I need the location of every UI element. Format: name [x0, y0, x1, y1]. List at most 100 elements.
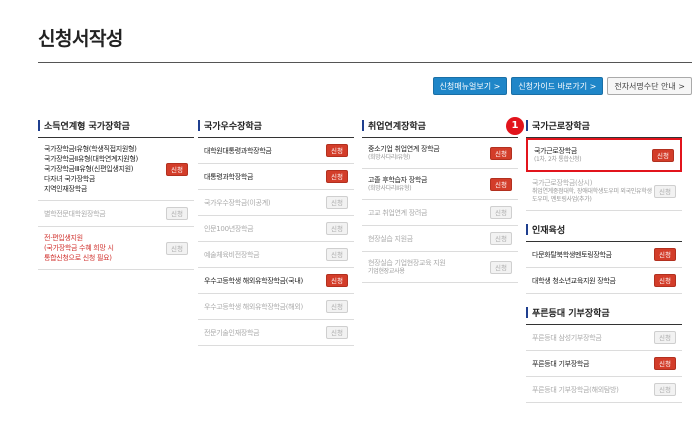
- apply-button[interactable]: 신청: [490, 177, 512, 191]
- scholarship-name: 우수고등학생 해외유학장학금(국내): [204, 276, 303, 286]
- section-heading: 취업연계장학금: [362, 118, 518, 132]
- apply-button: 신청: [326, 222, 348, 235]
- scholarship-row: 우수고등학생 해외유학장학금(국내) 신청: [198, 268, 354, 294]
- section-heading-label: 푸른등대 기부장학금: [532, 308, 610, 319]
- apply-button[interactable]: 신청: [654, 357, 676, 370]
- apply-button: 신청: [326, 326, 348, 339]
- scholarship-name: 현장실습 기업현장교육 지원 기업현장교사용: [368, 258, 446, 276]
- scholarship-subtitle: (희망사다리Ⅱ유형): [368, 185, 412, 192]
- scholarship-name: 대학생 청소년교육지원 장학금: [532, 276, 616, 286]
- apply-button: 신청: [490, 232, 512, 245]
- scholarship-row: 고교 취업연계 장려금 신청: [362, 200, 518, 226]
- section-heading-label: 취업연계장학금: [368, 121, 426, 132]
- section-heading-label: 인재육성: [532, 225, 566, 236]
- guide-link-button[interactable]: 신청가이드 바로가기 >: [511, 77, 604, 95]
- apply-button: 신청: [166, 207, 188, 220]
- scholarship-list: 국가근로장학금 (1차, 2차 통합신청) 신청 국가근로장학금(상시) 취업연계중점대…: [526, 137, 682, 211]
- scholarship-name-line: 국가근로장학금: [534, 147, 577, 155]
- scholarship-name: 대통령과학장학금: [204, 172, 253, 182]
- scholarship-name-line: 다문화탈북학생멘토링장학금: [532, 250, 612, 259]
- title-divider: [38, 62, 692, 63]
- heading-bar: [526, 119, 528, 131]
- apply-button[interactable]: 신청: [166, 162, 188, 176]
- apply-button[interactable]: 신청: [652, 148, 674, 162]
- section-heading: 소득연계형 국가장학금: [38, 118, 194, 132]
- scholarship-name-line: 푸른등대 기부장학금(해외탐방): [532, 385, 619, 394]
- section-heading-label: 국가근로장학금: [532, 121, 590, 132]
- scholarship-list: 중소기업 취업연계 장학금 (희망사다리Ⅰ유형) 신청 고졸 후학습자 장학금 (희망사…: [362, 137, 518, 283]
- scholarship-name-line: 현장실습 기업현장교육 지원: [368, 259, 446, 267]
- apply-button[interactable]: 신청: [326, 170, 348, 183]
- scholarship-name-line: 국가근로장학금(상시): [532, 179, 593, 187]
- employment-linked-column: 취업연계장학금 중소기업 취업연계 장학금 (희망사다리Ⅰ유형) 신청 고졸 후학습자 …: [362, 118, 518, 283]
- section-heading-label: 소득연계형 국가장학금: [44, 121, 130, 132]
- scholarship-name: 국가장학금Ⅰ유형(학생직접지원형) 국가장학금Ⅱ유형(대학연계지원형) 국가장학금Ⅲ…: [44, 144, 138, 194]
- heading-bar: [526, 306, 528, 318]
- apply-button[interactable]: 신청: [326, 274, 348, 287]
- scholarship-name-line: 푸른등대 삼성기부장학금: [532, 333, 602, 342]
- scholarship-name: 고졸 후학습자 장학금 (희망사다리Ⅱ유형): [368, 175, 427, 193]
- apply-button[interactable]: 신청: [490, 146, 512, 160]
- scholarship-row: 국가근로장학금(상시) 취업연계중점대학, 장애대학생도우미 외국인유학생도우미,…: [526, 172, 682, 211]
- scholarship-name-line: 우수고등학생 해외유학장학금(국내): [204, 276, 303, 285]
- scholarship-row: 대학생 청소년교육지원 장학금 신청: [526, 268, 682, 294]
- section-heading: 국가근로장학금: [526, 118, 682, 132]
- scholarship-name: 푸른등대 삼성기부장학금: [532, 333, 602, 343]
- scholarship-name: 다문화탈북학생멘토링장학금: [532, 250, 612, 260]
- scholarship-name: 우수고등학생 해외유학장학금(해외): [204, 302, 303, 312]
- heading-bar: [38, 119, 40, 131]
- scholarship-name-line: 전·편입생지원: [44, 234, 83, 242]
- scholarship-name-line: 인문100년장학금: [204, 224, 254, 233]
- scholarship-name-line: 예술체육비전장학금: [204, 250, 260, 259]
- scholarship-name-line: 통합신청으로 신청 필요): [44, 254, 112, 262]
- scholarship-name-line: 고교 취업연계 장려금: [368, 208, 428, 217]
- scholarship-name: 별학전문대학원장학금: [44, 209, 106, 219]
- sub-section: 인재육성 다문화탈북학생멘토링장학금 신청 대학생 청소년교육지원 장학금 신청: [526, 222, 682, 294]
- apply-button[interactable]: 신청: [654, 274, 676, 287]
- apply-button[interactable]: 신청: [326, 144, 348, 157]
- section-heading-label: 국가우수장학금: [204, 121, 262, 132]
- page-title: 신청서작성: [38, 28, 123, 50]
- manual-view-button[interactable]: 신청매뉴얼보기 >: [432, 77, 508, 95]
- scholarship-subtitle: (1차, 2차 통합신청): [534, 156, 582, 163]
- scholarship-name-line: 현장실습 지원금: [368, 234, 413, 243]
- scholarship-row: 전문기술인재장학금 신청: [198, 320, 354, 346]
- apply-button: 신청: [326, 300, 348, 313]
- scholarship-row: 국가장학금Ⅰ유형(학생직접지원형) 국가장학금Ⅱ유형(대학연계지원형) 국가장학금Ⅲ…: [38, 138, 194, 201]
- scholarship-name-line: 다자녀 국가장학금: [44, 175, 96, 183]
- sub-section: 푸른등대 기부장학금 푸른등대 삼성기부장학금 신청 푸른등대 기부장학금 신청 푸른등대…: [526, 305, 682, 403]
- apply-button[interactable]: 신청: [654, 248, 676, 261]
- scholarship-name: 예술체육비전장학금: [204, 250, 260, 260]
- scholarship-row: 중소기업 취업연계 장학금 (희망사다리Ⅰ유형) 신청: [362, 138, 518, 169]
- scholarship-name-line: 푸른등대 기부장학금: [532, 359, 590, 368]
- scholarship-row: 푸른등대 삼성기부장학금 신청: [526, 325, 682, 351]
- scholarship-name: 푸른등대 기부장학금: [532, 359, 589, 369]
- section-heading: 국가우수장학금: [198, 118, 354, 132]
- apply-button: 신청: [654, 331, 676, 344]
- national-excellence-column: 국가우수장학금 대학원대통령과학장학금 신청 대통령과학장학금 신청 국가우수장학금(이공…: [198, 118, 354, 346]
- scholarship-list: 국가장학금Ⅰ유형(학생직접지원형) 국가장학금Ⅱ유형(대학연계지원형) 국가장학금Ⅲ…: [38, 137, 194, 270]
- scholarship-row: 대학원대통령과학장학금 신청: [198, 138, 354, 164]
- scholarship-row: 현장실습 기업현장교육 지원 기업현장교사용 신청: [362, 252, 518, 283]
- scholarship-name-line: 고졸 후학습자 장학금: [368, 176, 428, 184]
- scholarship-row: 푸른등대 기부장학금 신청: [526, 351, 682, 377]
- scholarship-row: 별학전문대학원장학금 신청: [38, 201, 194, 227]
- scholarship-list: 대학원대통령과학장학금 신청 대통령과학장학금 신청 국가우수장학금(이공계) 신청 인문1…: [198, 137, 354, 346]
- apply-button: 신청: [654, 184, 676, 198]
- scholarship-name-line: 대학원대통령과학장학금: [204, 146, 272, 155]
- scholarship-name: 고교 취업연계 장려금: [368, 208, 427, 218]
- apply-button: 신청: [326, 196, 348, 209]
- e-signature-info-button[interactable]: 전자서명수단 안내 >: [607, 77, 692, 95]
- scholarship-name: 국가근로장학금 (1차, 2차 통합신청): [534, 146, 582, 164]
- income-linked-column: 소득연계형 국가장학금국가장학금Ⅰ유형(학생직접지원형) 국가장학금Ⅱ유형(대학연…: [38, 118, 194, 270]
- apply-button: 신청: [326, 248, 348, 261]
- scholarship-name-line: 별학전문대학원장학금: [44, 209, 106, 218]
- heading-bar: [526, 223, 528, 235]
- scholarship-list: 푸른등대 삼성기부장학금 신청 푸른등대 기부장학금 신청 푸른등대 기부장학금(해외탐…: [526, 324, 682, 403]
- scholarship-name: 푸른등대 기부장학금(해외탐방): [532, 385, 619, 395]
- section-heading: 인재육성: [526, 222, 682, 236]
- scholarship-subtitle: 취업연계중점대학, 장애대학생도우미 외국인유학생도우미, 멘토링사업(추가): [532, 188, 652, 203]
- scholarship-name: 중소기업 취업연계 장학금 (희망사다리Ⅰ유형): [368, 144, 440, 162]
- scholarship-name-line: 중소기업 취업연계 장학금: [368, 145, 440, 153]
- scholarship-name-line: 전문기술인재장학금: [204, 328, 260, 337]
